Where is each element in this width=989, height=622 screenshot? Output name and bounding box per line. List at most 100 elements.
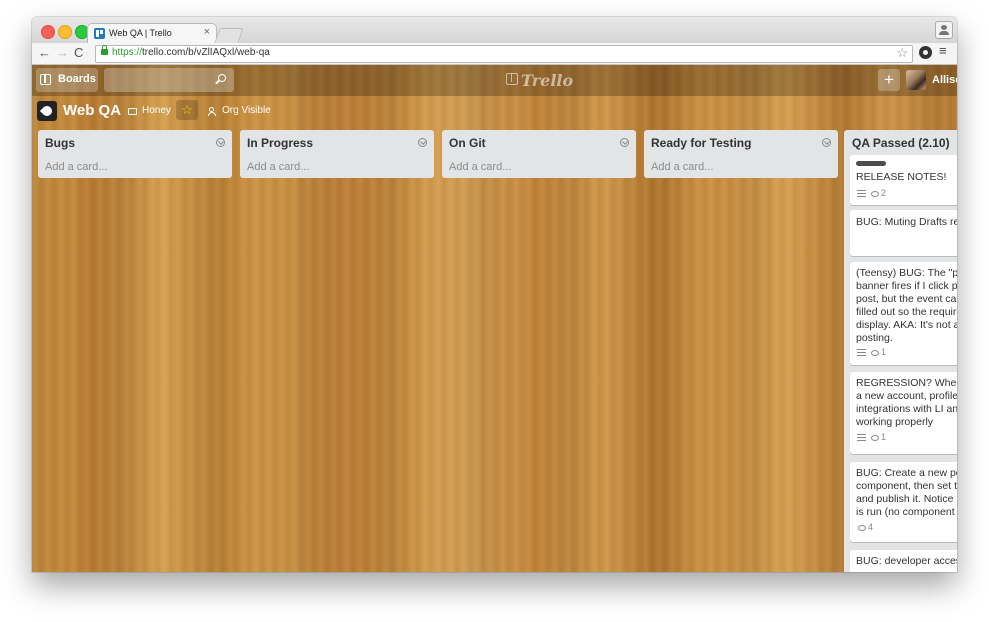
- browser-window: Web QA | Trello × ← → C https://trello.c…: [32, 17, 957, 572]
- address-bar[interactable]: https://trello.com/b/vZlIAQxl/web-qa ☆: [95, 45, 913, 63]
- reload-button[interactable]: C: [74, 44, 83, 62]
- browser-toolbar: ← → C https://trello.com/b/vZlIAQxl/web-…: [32, 43, 957, 65]
- board-title[interactable]: Web QA: [63, 102, 121, 119]
- boards-button[interactable]: Boards: [36, 68, 98, 92]
- card-title: RELEASE NOTES!: [856, 171, 957, 184]
- card-line: display. AKA: It's not a: [856, 319, 957, 331]
- description-icon: [857, 190, 866, 197]
- add-card-link[interactable]: Add a card...: [247, 161, 309, 173]
- trello-board-page: Boards Trello + Allison Web QA Honey ☆ O…: [32, 65, 957, 572]
- list-in-progress[interactable]: In Progress Add a card...: [240, 130, 434, 178]
- card-line: post, but the event can: [856, 293, 957, 305]
- list-title[interactable]: In Progress: [247, 136, 313, 150]
- description-icon: [857, 349, 866, 356]
- trello-logo-icon: [506, 73, 518, 85]
- card-release-notes[interactable]: RELEASE NOTES! 2: [850, 155, 957, 205]
- card-teensy-bug[interactable]: (Teensy) BUG: The "po banner fires if I …: [850, 262, 957, 365]
- close-window-button[interactable]: [41, 25, 55, 39]
- add-button[interactable]: +: [878, 69, 900, 91]
- card-title: BUG: Muting Drafts re: [856, 216, 957, 229]
- bookmark-star-icon[interactable]: ☆: [896, 45, 908, 61]
- card-title: BUG: developer acces: [856, 555, 957, 568]
- card-line: is run (no component c: [856, 506, 957, 518]
- browser-tab[interactable]: Web QA | Trello ×: [87, 23, 217, 44]
- url-scheme: https://: [112, 47, 143, 58]
- trello-header: Boards Trello + Allison: [32, 65, 957, 96]
- comment-count: 2: [881, 188, 887, 198]
- search-input[interactable]: [104, 68, 234, 92]
- card-line: banner fires if I click pu: [856, 280, 957, 292]
- trello-favicon-icon: [94, 28, 105, 39]
- card-line: component, then set th: [856, 480, 957, 492]
- card-title: (Teensy) BUG: The "po banner fires if I …: [856, 267, 957, 345]
- comment-icon: [871, 350, 879, 356]
- list-title[interactable]: Bugs: [45, 136, 75, 150]
- card-line: filled out so the require: [856, 306, 957, 318]
- add-card-link[interactable]: Add a card...: [45, 161, 107, 173]
- card-line: posting.: [856, 332, 893, 344]
- board-visibility[interactable]: Org Visible: [222, 105, 271, 116]
- url-text[interactable]: https://trello.com/b/vZlIAQxl/web-qa: [112, 47, 270, 58]
- list-title[interactable]: QA Passed (2.10): [852, 136, 950, 150]
- card-line: REGRESSION? When I: [856, 377, 957, 389]
- card-muting-drafts[interactable]: BUG: Muting Drafts re: [850, 210, 957, 256]
- minimize-window-button[interactable]: [58, 25, 72, 39]
- add-card-link[interactable]: Add a card...: [449, 161, 511, 173]
- list-title[interactable]: Ready for Testing: [651, 136, 751, 150]
- user-avatar[interactable]: [906, 70, 926, 90]
- card-title: BUG: Create a new po component, then set…: [856, 467, 957, 519]
- card-line: BUG: Create a new po: [856, 467, 957, 479]
- list-menu-icon[interactable]: [822, 138, 831, 147]
- comment-icon: [871, 435, 879, 441]
- org-logo-icon: [37, 101, 57, 121]
- card-regression[interactable]: REGRESSION? When I a new account, profil…: [850, 372, 957, 454]
- extension-icon[interactable]: [919, 46, 932, 59]
- board-team[interactable]: Honey: [142, 105, 171, 116]
- card-line: BUG: developer acces: [856, 555, 957, 567]
- browser-menu-icon[interactable]: ≡: [939, 43, 947, 58]
- comment-count: 1: [881, 347, 887, 357]
- comment-icon: [858, 525, 866, 531]
- trello-logo-text: Trello: [521, 71, 574, 90]
- card-create-post[interactable]: BUG: Create a new po component, then set…: [850, 462, 957, 542]
- list-qa-passed[interactable]: QA Passed (2.10) RELEASE NOTES! 2 BUG: M…: [844, 130, 957, 572]
- list-ready-for-testing[interactable]: Ready for Testing Add a card...: [644, 130, 838, 178]
- list-bugs[interactable]: Bugs Add a card...: [38, 130, 232, 178]
- profile-icon[interactable]: [935, 21, 953, 39]
- card-title: REGRESSION? When I a new account, profil…: [856, 377, 957, 429]
- list-menu-icon[interactable]: [418, 138, 427, 147]
- card-line: working properly: [856, 416, 934, 428]
- comment-icon: [871, 191, 879, 197]
- list-menu-icon[interactable]: [620, 138, 629, 147]
- list-menu-icon[interactable]: [216, 138, 225, 147]
- card-line: and publish it. Notice n: [856, 493, 957, 505]
- card-label: [856, 161, 886, 166]
- tab-title: Web QA | Trello: [109, 28, 172, 38]
- boards-label: Boards: [58, 73, 96, 85]
- tab-strip: Web QA | Trello ×: [32, 17, 957, 44]
- list-on-git[interactable]: On Git Add a card...: [442, 130, 636, 178]
- url-path: trello.com/b/vZlIAQxl/web-qa: [142, 47, 270, 58]
- star-board-button[interactable]: ☆: [176, 100, 198, 120]
- search-icon[interactable]: [218, 74, 226, 82]
- comment-count: 4: [868, 522, 874, 532]
- card-line: BUG: Muting Drafts re: [856, 216, 957, 228]
- user-name[interactable]: Allison: [932, 74, 957, 86]
- lock-icon: [101, 45, 108, 55]
- new-tab-button[interactable]: [214, 28, 244, 43]
- visibility-icon: [208, 107, 216, 116]
- board-header: Web QA Honey ☆ Org Visible: [32, 96, 957, 128]
- card-line: a new account, profile: [856, 390, 957, 402]
- add-card-link[interactable]: Add a card...: [651, 161, 713, 173]
- boards-icon: [40, 74, 51, 85]
- card-line: RELEASE NOTES!: [856, 171, 947, 183]
- card-line: (Teensy) BUG: The "po: [856, 267, 957, 279]
- back-button[interactable]: ←: [38, 44, 51, 62]
- forward-button[interactable]: →: [56, 44, 69, 62]
- tab-close-icon[interactable]: ×: [204, 26, 210, 38]
- card-developer-access[interactable]: BUG: developer acces: [850, 550, 957, 572]
- description-icon: [857, 434, 866, 441]
- team-icon: [128, 108, 137, 115]
- list-title[interactable]: On Git: [449, 136, 486, 150]
- comment-count: 1: [881, 432, 887, 442]
